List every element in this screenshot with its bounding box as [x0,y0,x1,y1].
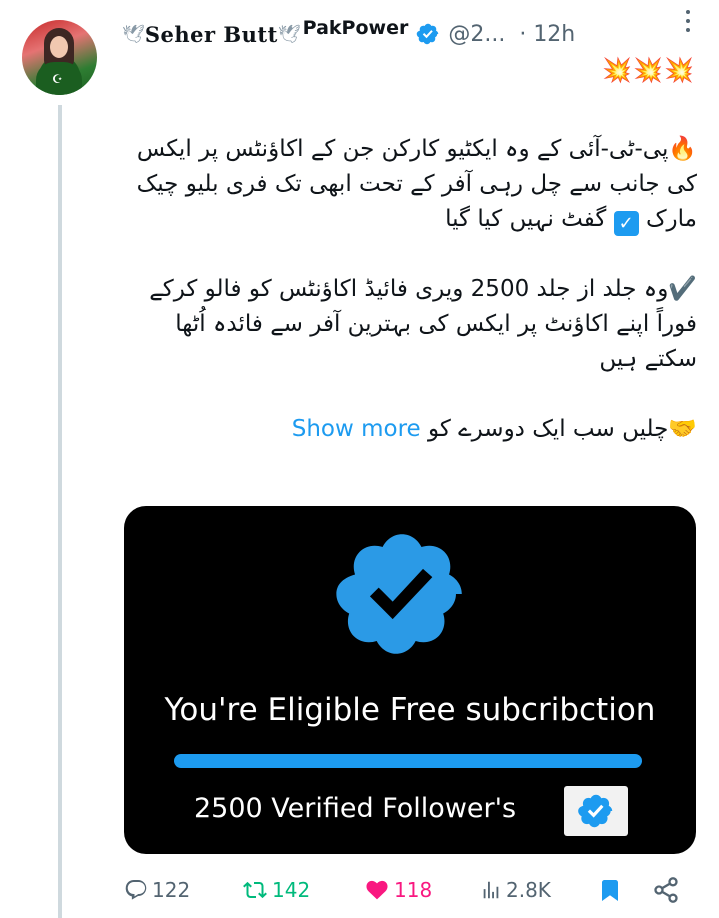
share-icon [654,877,678,903]
verified-checkbox [564,786,628,836]
views-count: 2.8K [506,878,551,902]
bookmark-button[interactable] [598,872,622,908]
eligible-text: You're Eligible Free subcribction [164,692,656,728]
avatar-face [50,36,68,58]
author-display-name[interactable]: Seher Butt [145,22,278,47]
reply-button[interactable]: 122 [124,872,190,908]
reply-icon [125,880,147,900]
tweet-paragraph-1: 🔥پی-ٹی-آئی کے وہ ایکٹیو کارکن جن کے اکاؤ… [136,136,697,236]
like-icon [366,880,388,900]
checkbox-icon: ✓ [613,211,639,236]
tweet-text: 🔥پی-ٹی-آئی کے وہ ایکٹیو کارکن جن کے اکاؤ… [117,132,697,482]
like-button[interactable]: 118 [364,872,432,908]
tweet-paragraph-3: 🤝چلیں سب ایک دوسرے کو Show more [291,416,697,442]
followers-text: 2500 Verified Follower's [194,793,517,824]
views-button[interactable]: 2.8K [480,872,551,908]
progress-bar [174,754,642,768]
tweet-paragraph-2: ✔️وہ جلد از جلد 2500 ویری فائیڈ اکاؤنٹس … [149,276,697,372]
collision-emoji: 💥💥💥 [602,56,695,84]
verified-badge-icon[interactable] [416,22,440,46]
show-more-link[interactable]: Show more [292,416,421,442]
reply-count: 122 [152,878,191,902]
tweet-media[interactable]: You're Eligible Free subcribction 2500 V… [124,506,696,854]
repost-icon [243,881,267,899]
tweet-actions: 122 142 118 2.8K [124,872,696,908]
like-count: 118 [394,878,433,902]
thread-line [58,105,62,918]
avatar[interactable]: ☪ [22,20,97,95]
repost-button[interactable]: 142 [242,872,310,908]
tweet-timestamp[interactable]: · 12h [519,22,575,47]
dove-icon: 🕊 [277,23,301,45]
author-org[interactable]: PakPower [303,17,409,39]
dove-icon: 🕊 [122,23,145,45]
bookmark-icon [602,880,618,901]
verified-badge-icon [578,794,613,828]
verified-badge-icon [336,534,462,654]
tweet-header: 🕊 Seher Butt 🕊 PakPower @2... · 12h [122,14,702,54]
author-handle[interactable]: @2... [448,22,505,47]
more-icon[interactable] [677,10,699,32]
share-button[interactable] [652,872,680,908]
views-icon [483,881,499,899]
repost-count: 142 [272,878,311,902]
crescent-icon: ☪ [52,72,63,86]
